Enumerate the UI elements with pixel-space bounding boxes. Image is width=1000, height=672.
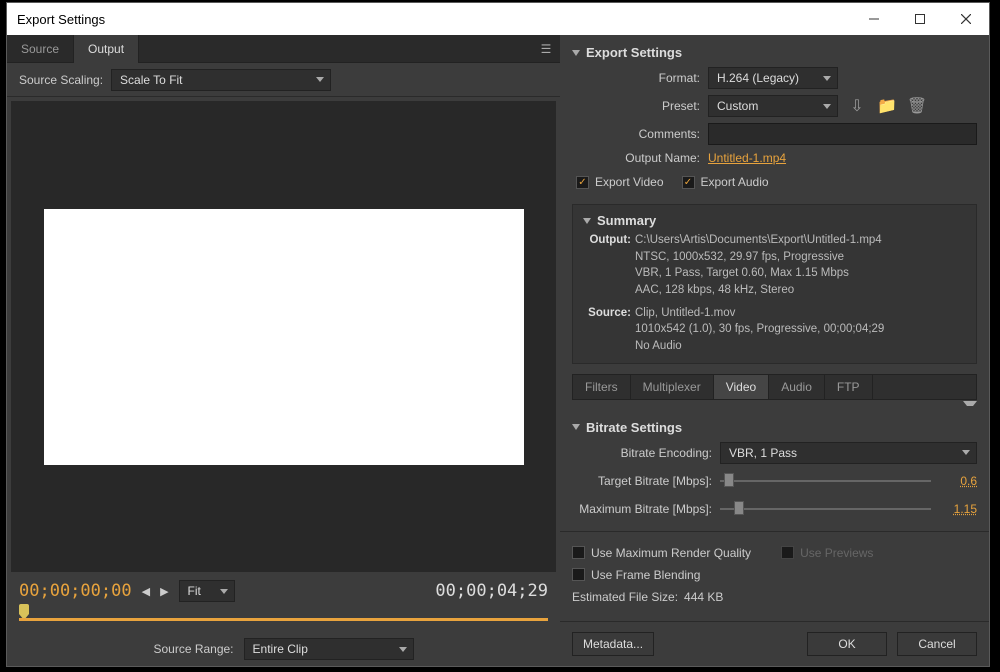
timecode-current[interactable]: 00;00;00;00 [19,581,132,601]
source-scaling-label: Source Scaling: [19,73,103,87]
format-label: Format: [572,71,700,85]
output-name-label: Output Name: [572,151,700,165]
settings-panel: Export Settings Format: H.264 (Legacy) P… [560,35,989,666]
preview-canvas [44,209,524,465]
chevron-down-icon [572,50,580,56]
timecode-duration: 00;00;04;29 [435,581,548,601]
target-bitrate-slider[interactable] [720,470,931,492]
comments-label: Comments: [572,127,700,141]
preview-area [11,101,556,572]
import-preset-icon[interactable]: 📁 [876,95,898,117]
target-bitrate-value[interactable]: 0.6 [939,474,977,488]
output-name-link[interactable]: Untitled-1.mp4 [708,151,786,165]
tab-audio[interactable]: Audio [769,375,825,399]
chevron-down-icon [572,424,580,430]
target-bitrate-label: Target Bitrate [Mbps]: [572,474,712,488]
max-render-checkbox[interactable] [572,546,585,559]
preset-dropdown[interactable]: Custom [708,95,838,117]
summary-box: Summary Output:C:\Users\Artis\Documents\… [572,204,977,364]
close-button[interactable] [943,3,989,35]
comments-input[interactable] [708,123,977,145]
export-settings-window: Export Settings Source Output ☰ Source S… [6,2,990,667]
footer: Metadata... OK Cancel [560,621,989,666]
ok-button[interactable]: OK [807,632,887,656]
bitrate-heading[interactable]: Bitrate Settings [572,416,977,439]
max-bitrate-slider[interactable] [720,498,931,520]
timeline-slider[interactable] [7,606,560,632]
tab-output[interactable]: Output [74,35,139,63]
window-title: Export Settings [17,12,105,27]
step-fwd-icon[interactable]: ▶ [160,585,168,598]
chevron-down-icon [583,218,591,224]
tab-multiplexer[interactable]: Multiplexer [631,375,714,399]
bitrate-encoding-label: Bitrate Encoding: [572,446,712,460]
preset-label: Preset: [572,99,700,113]
summary-output-path: C:\Users\Artis\Documents\Export\Untitled… [635,232,966,249]
preview-tabs: Source Output ☰ [7,35,560,63]
tab-video[interactable]: Video [714,375,769,399]
zoom-fit-dropdown[interactable]: Fit [179,580,235,602]
preview-panel: Source Output ☰ Source Scaling: Scale To… [7,35,560,666]
max-bitrate-value[interactable]: 1.15 [939,502,977,516]
export-audio-checkbox[interactable]: Export Audio [682,171,769,193]
use-previews-checkbox [781,546,794,559]
panel-menu-icon[interactable]: ☰ [532,42,560,56]
source-range-label: Source Range: [153,642,233,656]
export-video-checkbox[interactable]: Export Video [576,171,664,193]
summary-source: Clip, Untitled-1.mov [635,305,966,322]
tab-ftp[interactable]: FTP [825,375,873,399]
delete-preset-icon[interactable]: 🗑 [906,95,928,117]
summary-heading[interactable]: Summary [583,213,966,232]
cancel-button[interactable]: Cancel [897,632,977,656]
est-filesize-value: 444 KB [684,590,723,604]
max-bitrate-label: Maximum Bitrate [Mbps]: [572,502,712,516]
format-dropdown[interactable]: H.264 (Legacy) [708,67,838,89]
source-scaling-dropdown[interactable]: Scale To Fit [111,69,331,91]
tab-source[interactable]: Source [7,35,74,63]
maximize-button[interactable] [897,3,943,35]
export-settings-heading[interactable]: Export Settings [572,41,977,64]
bitrate-encoding-dropdown[interactable]: VBR, 1 Pass [720,442,977,464]
time-row: 00;00;00;00 ◀ ▶ Fit 00;00;04;29 [7,576,560,606]
minimize-button[interactable] [851,3,897,35]
frame-blending-checkbox[interactable] [572,568,585,581]
settings-tabs: Filters Multiplexer Video Audio FTP [572,374,977,400]
scroll-up-icon[interactable] [572,400,977,414]
save-preset-icon[interactable]: ⇩ [846,95,868,117]
tab-filters[interactable]: Filters [573,375,631,399]
metadata-button[interactable]: Metadata... [572,632,654,656]
titlebar: Export Settings [7,3,989,35]
est-filesize-label: Estimated File Size: [572,590,678,604]
step-back-icon[interactable]: ◀ [142,585,150,598]
source-range-dropdown[interactable]: Entire Clip [244,638,414,660]
